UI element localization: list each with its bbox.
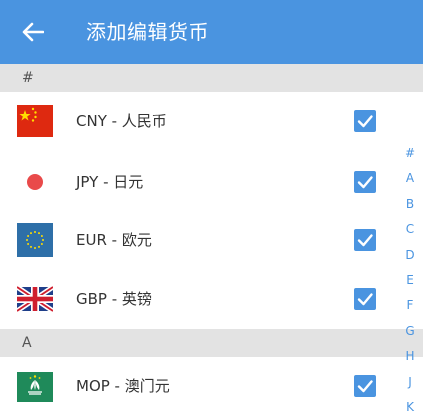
index-letter[interactable]: B	[396, 192, 423, 217]
index-letter[interactable]: G	[396, 319, 423, 344]
arrow-left-icon	[22, 22, 44, 42]
uk-flag-icon	[17, 284, 53, 314]
currency-label: CNY - 人民币	[76, 112, 167, 130]
currency-row-mop[interactable]: MOP - 澳门元	[0, 357, 390, 415]
checkbox-checked[interactable]	[354, 171, 376, 193]
checkmark-icon	[357, 176, 373, 189]
page-title: 添加编辑货币	[86, 20, 209, 44]
currency-row-gbp[interactable]: GBP - 英镑	[0, 270, 390, 328]
china-flag-icon	[17, 105, 53, 137]
currency-row-cny[interactable]: CNY - 人民币	[0, 92, 390, 150]
section-header-a: A	[0, 329, 423, 357]
index-letter[interactable]: J	[396, 370, 423, 395]
index-letter[interactable]: C	[396, 217, 423, 242]
eu-flag-icon	[17, 223, 53, 257]
checkbox-checked[interactable]	[354, 229, 376, 251]
currency-label: GBP - 英镑	[76, 290, 152, 308]
checkbox-checked[interactable]	[354, 375, 376, 397]
currency-label: MOP - 澳门元	[76, 377, 170, 395]
alphabet-index[interactable]: # A B C D E F G H J K	[396, 141, 423, 420]
currency-label: JPY - 日元	[76, 173, 144, 191]
index-letter[interactable]: A	[396, 166, 423, 191]
index-letter[interactable]: F	[396, 293, 423, 318]
index-letter[interactable]: #	[396, 141, 423, 166]
currency-label: EUR - 欧元	[76, 231, 152, 249]
index-letter[interactable]: E	[396, 268, 423, 293]
currency-row-jpy[interactable]: JPY - 日元	[0, 153, 390, 211]
section-header-hash: #	[0, 64, 423, 92]
checkbox-checked[interactable]	[354, 110, 376, 132]
app-bar: 添加编辑货币	[0, 0, 423, 64]
index-letter[interactable]: D	[396, 243, 423, 268]
checkmark-icon	[357, 380, 373, 393]
checkbox-checked[interactable]	[354, 288, 376, 310]
japan-flag-icon	[17, 166, 53, 198]
currency-row-eur[interactable]: EUR - 欧元	[0, 211, 390, 269]
checkmark-icon	[357, 115, 373, 128]
index-letter[interactable]: K	[396, 395, 423, 420]
checkmark-icon	[357, 234, 373, 247]
macau-flag-icon	[17, 372, 53, 402]
back-button[interactable]	[14, 14, 52, 50]
index-letter[interactable]: H	[396, 344, 423, 369]
checkmark-icon	[357, 293, 373, 306]
